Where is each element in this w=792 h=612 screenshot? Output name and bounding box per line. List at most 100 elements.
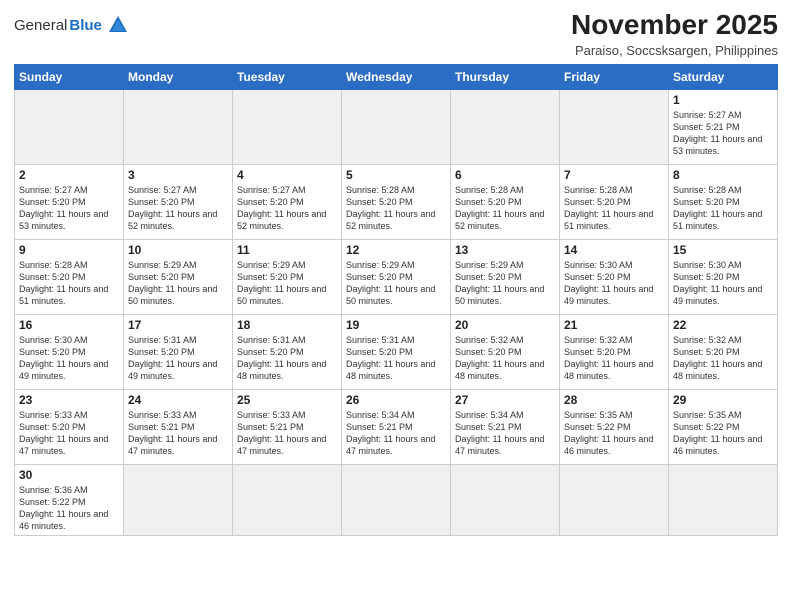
day-number: 27 bbox=[455, 393, 555, 407]
calendar-cell: 12 Sunrise: 5:29 AM Sunset: 5:20 PM Dayli… bbox=[342, 239, 451, 314]
cell-info: Sunrise: 5:33 AM Sunset: 5:21 PM Dayligh… bbox=[128, 409, 228, 458]
day-number: 14 bbox=[564, 243, 664, 257]
calendar-week-row: 2 Sunrise: 5:27 AM Sunset: 5:20 PM Daylig… bbox=[15, 164, 778, 239]
calendar-cell: 13 Sunrise: 5:29 AM Sunset: 5:20 PM Dayli… bbox=[451, 239, 560, 314]
cell-info: Sunrise: 5:28 AM Sunset: 5:20 PM Dayligh… bbox=[564, 184, 664, 233]
day-number: 16 bbox=[19, 318, 119, 332]
calendar-cell bbox=[451, 464, 560, 536]
calendar-cell: 30Sunrise: 5:36 AM Sunset: 5:22 PM Dayli… bbox=[15, 464, 124, 536]
calendar-cell: 29Sunrise: 5:35 AM Sunset: 5:22 PM Dayli… bbox=[669, 389, 778, 464]
cell-info: Sunrise: 5:32 AM Sunset: 5:20 PM Dayligh… bbox=[673, 334, 773, 383]
calendar-cell: 17Sunrise: 5:31 AM Sunset: 5:20 PM Dayli… bbox=[124, 314, 233, 389]
calendar-cell: 22 Sunrise: 5:32 AM Sunset: 5:20 PM Dayli… bbox=[669, 314, 778, 389]
calendar-cell bbox=[342, 89, 451, 164]
calendar-cell: 9 Sunrise: 5:28 AM Sunset: 5:20 PM Daylig… bbox=[15, 239, 124, 314]
cell-info: Sunrise: 5:31 AM Sunset: 5:20 PM Dayligh… bbox=[346, 334, 446, 383]
day-number: 3 bbox=[128, 168, 228, 182]
day-number: 10 bbox=[128, 243, 228, 257]
day-number: 21 bbox=[564, 318, 664, 332]
cell-info: Sunrise: 5:36 AM Sunset: 5:22 PM Dayligh… bbox=[19, 484, 119, 533]
calendar-cell: 2 Sunrise: 5:27 AM Sunset: 5:20 PM Daylig… bbox=[15, 164, 124, 239]
calendar-cell: 21Sunrise: 5:32 AM Sunset: 5:20 PM Dayli… bbox=[560, 314, 669, 389]
calendar-cell bbox=[233, 89, 342, 164]
calendar-cell: 27 Sunrise: 5:34 AM Sunset: 5:21 PM Dayli… bbox=[451, 389, 560, 464]
cell-info: Sunrise: 5:27 AM Sunset: 5:20 PM Dayligh… bbox=[128, 184, 228, 233]
calendar-cell bbox=[124, 89, 233, 164]
day-number: 5 bbox=[346, 168, 446, 182]
weekday-header-monday: Monday bbox=[124, 64, 233, 89]
logo-general-text: General bbox=[14, 17, 67, 34]
cell-info: Sunrise: 5:33 AM Sunset: 5:20 PM Dayligh… bbox=[19, 409, 119, 458]
cell-info: Sunrise: 5:29 AM Sunset: 5:20 PM Dayligh… bbox=[237, 259, 337, 308]
calendar-cell bbox=[233, 464, 342, 536]
cell-info: Sunrise: 5:29 AM Sunset: 5:20 PM Dayligh… bbox=[346, 259, 446, 308]
day-number: 1 bbox=[673, 93, 773, 107]
cell-info: Sunrise: 5:27 AM Sunset: 5:20 PM Dayligh… bbox=[19, 184, 119, 233]
cell-info: Sunrise: 5:35 AM Sunset: 5:22 PM Dayligh… bbox=[564, 409, 664, 458]
cell-info: Sunrise: 5:28 AM Sunset: 5:20 PM Dayligh… bbox=[673, 184, 773, 233]
calendar-cell: 20Sunrise: 5:32 AM Sunset: 5:20 PM Dayli… bbox=[451, 314, 560, 389]
calendar-cell: 25Sunrise: 5:33 AM Sunset: 5:21 PM Dayli… bbox=[233, 389, 342, 464]
day-number: 11 bbox=[237, 243, 337, 257]
day-number: 28 bbox=[564, 393, 664, 407]
calendar-cell: 1 Sunrise: 5:27 AM Sunset: 5:21 PM Daylig… bbox=[669, 89, 778, 164]
cell-info: Sunrise: 5:28 AM Sunset: 5:20 PM Dayligh… bbox=[455, 184, 555, 233]
calendar-cell: 4 Sunrise: 5:27 AM Sunset: 5:20 PM Daylig… bbox=[233, 164, 342, 239]
calendar-week-row: 9 Sunrise: 5:28 AM Sunset: 5:20 PM Daylig… bbox=[15, 239, 778, 314]
calendar-week-row: 16 Sunrise: 5:30 AM Sunset: 5:20 PM Dayli… bbox=[15, 314, 778, 389]
calendar-cell: 26Sunrise: 5:34 AM Sunset: 5:21 PM Dayli… bbox=[342, 389, 451, 464]
calendar-week-row: 1 Sunrise: 5:27 AM Sunset: 5:21 PM Daylig… bbox=[15, 89, 778, 164]
cell-info: Sunrise: 5:30 AM Sunset: 5:20 PM Dayligh… bbox=[564, 259, 664, 308]
calendar-cell: 15Sunrise: 5:30 AM Sunset: 5:20 PM Dayli… bbox=[669, 239, 778, 314]
calendar-cell bbox=[669, 464, 778, 536]
cell-info: Sunrise: 5:29 AM Sunset: 5:20 PM Dayligh… bbox=[455, 259, 555, 308]
calendar-cell: 24 Sunrise: 5:33 AM Sunset: 5:21 PM Dayli… bbox=[124, 389, 233, 464]
logo-blue-text: Blue bbox=[69, 17, 102, 34]
cell-info: Sunrise: 5:30 AM Sunset: 5:20 PM Dayligh… bbox=[19, 334, 119, 383]
weekday-header-wednesday: Wednesday bbox=[342, 64, 451, 89]
weekday-header-sunday: Sunday bbox=[15, 64, 124, 89]
day-number: 17 bbox=[128, 318, 228, 332]
title-area: November 2025 Paraiso, Soccsksargen, Phi… bbox=[571, 10, 778, 58]
day-number: 18 bbox=[237, 318, 337, 332]
month-title: November 2025 bbox=[571, 10, 778, 41]
logo-icon bbox=[107, 14, 129, 36]
cell-info: Sunrise: 5:30 AM Sunset: 5:20 PM Dayligh… bbox=[673, 259, 773, 308]
calendar-cell: 16 Sunrise: 5:30 AM Sunset: 5:20 PM Dayli… bbox=[15, 314, 124, 389]
cell-info: Sunrise: 5:27 AM Sunset: 5:20 PM Dayligh… bbox=[237, 184, 337, 233]
calendar-cell bbox=[560, 89, 669, 164]
calendar-cell: 7 Sunrise: 5:28 AM Sunset: 5:20 PM Daylig… bbox=[560, 164, 669, 239]
day-number: 24 bbox=[128, 393, 228, 407]
cell-info: Sunrise: 5:27 AM Sunset: 5:21 PM Dayligh… bbox=[673, 109, 773, 158]
day-number: 22 bbox=[673, 318, 773, 332]
weekday-header-row: SundayMondayTuesdayWednesdayThursdayFrid… bbox=[15, 64, 778, 89]
cell-info: Sunrise: 5:29 AM Sunset: 5:20 PM Dayligh… bbox=[128, 259, 228, 308]
cell-info: Sunrise: 5:28 AM Sunset: 5:20 PM Dayligh… bbox=[19, 259, 119, 308]
cell-info: Sunrise: 5:28 AM Sunset: 5:20 PM Dayligh… bbox=[346, 184, 446, 233]
calendar-cell bbox=[124, 464, 233, 536]
cell-info: Sunrise: 5:33 AM Sunset: 5:21 PM Dayligh… bbox=[237, 409, 337, 458]
day-number: 2 bbox=[19, 168, 119, 182]
header: General Blue November 2025 Paraiso, Socc… bbox=[14, 10, 778, 58]
day-number: 7 bbox=[564, 168, 664, 182]
location: Paraiso, Soccsksargen, Philippines bbox=[571, 43, 778, 58]
calendar-cell: 23 Sunrise: 5:33 AM Sunset: 5:20 PM Dayli… bbox=[15, 389, 124, 464]
day-number: 13 bbox=[455, 243, 555, 257]
logo-text: General Blue bbox=[14, 14, 129, 36]
weekday-header-tuesday: Tuesday bbox=[233, 64, 342, 89]
day-number: 9 bbox=[19, 243, 119, 257]
calendar-week-row: 30Sunrise: 5:36 AM Sunset: 5:22 PM Dayli… bbox=[15, 464, 778, 536]
calendar-cell: 19Sunrise: 5:31 AM Sunset: 5:20 PM Dayli… bbox=[342, 314, 451, 389]
cell-info: Sunrise: 5:34 AM Sunset: 5:21 PM Dayligh… bbox=[455, 409, 555, 458]
calendar-cell bbox=[451, 89, 560, 164]
cell-info: Sunrise: 5:31 AM Sunset: 5:20 PM Dayligh… bbox=[237, 334, 337, 383]
calendar-cell: 3 Sunrise: 5:27 AM Sunset: 5:20 PM Daylig… bbox=[124, 164, 233, 239]
day-number: 4 bbox=[237, 168, 337, 182]
calendar-cell: 28 Sunrise: 5:35 AM Sunset: 5:22 PM Dayli… bbox=[560, 389, 669, 464]
cell-info: Sunrise: 5:32 AM Sunset: 5:20 PM Dayligh… bbox=[455, 334, 555, 383]
calendar-cell: 6Sunrise: 5:28 AM Sunset: 5:20 PM Daylig… bbox=[451, 164, 560, 239]
cell-info: Sunrise: 5:35 AM Sunset: 5:22 PM Dayligh… bbox=[673, 409, 773, 458]
day-number: 23 bbox=[19, 393, 119, 407]
day-number: 26 bbox=[346, 393, 446, 407]
day-number: 12 bbox=[346, 243, 446, 257]
